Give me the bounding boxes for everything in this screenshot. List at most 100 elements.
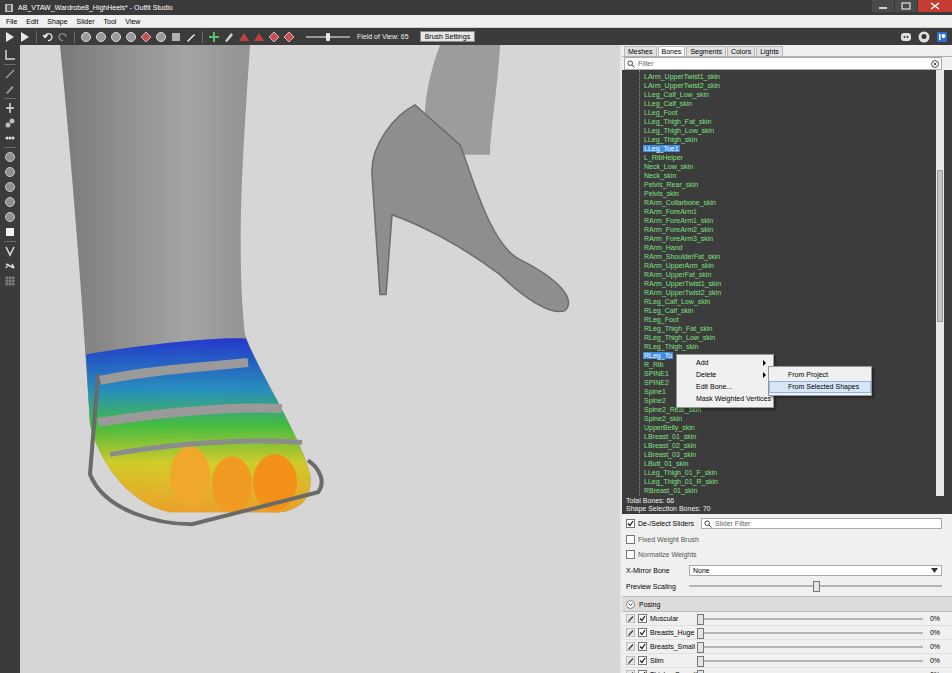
slider-thumb[interactable] xyxy=(697,614,704,625)
line-tool-icon[interactable] xyxy=(4,68,16,80)
clear-icon[interactable] xyxy=(931,60,939,68)
submenu-item[interactable]: From Selected Shapes xyxy=(769,381,871,393)
bone-item[interactable]: Neck_Low_skin xyxy=(622,162,952,171)
slider-thumb[interactable] xyxy=(697,642,704,653)
bone-item[interactable]: RArm_Hand xyxy=(622,243,952,252)
bone-tool-icon[interactable] xyxy=(4,260,16,272)
dots-tool-icon[interactable] xyxy=(4,132,16,144)
bone-item[interactable]: RArm_ForeArm1_skin xyxy=(622,216,952,225)
normalize-weights-checkbox[interactable] xyxy=(626,550,635,559)
slider-filter-field[interactable]: Slider Filter xyxy=(701,518,942,529)
slider-checkbox[interactable] xyxy=(638,628,647,637)
circle-tool-icon[interactable] xyxy=(4,166,16,178)
tri-tool-icon[interactable] xyxy=(238,31,250,43)
redo-tool-icon[interactable] xyxy=(57,31,69,43)
panel-tab[interactable]: Segments xyxy=(686,46,726,56)
arrow-tool-icon[interactable] xyxy=(19,31,31,43)
bone-item[interactable]: LArm_UpperTwist2_skin xyxy=(622,81,952,90)
slider-checkbox[interactable] xyxy=(638,656,647,665)
slider-thumb[interactable] xyxy=(697,628,704,639)
slider-track[interactable] xyxy=(697,656,923,666)
close-icon[interactable] xyxy=(918,0,952,12)
fixed-weight-checkbox[interactable] xyxy=(626,535,635,544)
circle-tool-icon[interactable] xyxy=(110,31,122,43)
bone-item[interactable]: RArm_ShoulderFat_skin xyxy=(622,252,952,261)
bone-item[interactable]: LArm_UpperTwist1_skin xyxy=(622,72,952,81)
bone-item[interactable]: Pelvis_Rear_skin xyxy=(622,180,952,189)
pencil-icon[interactable] xyxy=(626,642,635,651)
bone-item[interactable]: RArm_UpperTwist1_skin xyxy=(622,279,952,288)
diamond-tool-icon[interactable] xyxy=(283,31,295,43)
slider-checkbox[interactable] xyxy=(638,642,647,651)
mesh-preview[interactable] xyxy=(20,45,620,673)
brush-settings-button[interactable]: Brush Settings xyxy=(420,31,476,42)
bone-item[interactable]: Pelvis_skin xyxy=(622,189,952,198)
slider-track[interactable] xyxy=(697,628,923,638)
slider-checkbox[interactable] xyxy=(638,614,647,623)
pen-tool-icon[interactable] xyxy=(4,83,16,95)
3d-viewport[interactable] xyxy=(20,45,622,673)
slider-thumb[interactable] xyxy=(813,581,820,592)
submenu-item[interactable]: From Project xyxy=(769,369,871,381)
posing-header[interactable]: Posing xyxy=(622,596,952,612)
menu-item[interactable]: Slider xyxy=(77,18,95,25)
panel-tab[interactable]: Colors xyxy=(727,46,755,56)
bone-item[interactable]: RLeg_To xyxy=(622,351,952,360)
pencil-icon[interactable] xyxy=(626,670,635,673)
bone-item[interactable]: LLeg_Calf_skin xyxy=(622,99,952,108)
bone-item[interactable]: LLeg_Thigh_01_F_skin xyxy=(622,468,952,477)
bone-item[interactable]: RArm_ForeArm1 xyxy=(622,207,952,216)
circle-tool-icon[interactable] xyxy=(80,31,92,43)
pencil-icon[interactable] xyxy=(626,656,635,665)
slider-track[interactable] xyxy=(697,642,923,652)
bone-filter-field[interactable]: Filter xyxy=(624,57,942,70)
context-menu-item[interactable]: Delete xyxy=(677,369,773,381)
bone-item[interactable]: UpperBelly_skin xyxy=(622,423,952,432)
grid-tool-icon[interactable] xyxy=(4,275,16,287)
bone-item[interactable]: RLeg_Foot xyxy=(622,315,952,324)
circle-tool-icon[interactable] xyxy=(4,196,16,208)
bone-item[interactable]: RLeg_Calf_Low_skin xyxy=(622,297,952,306)
panel-tab[interactable]: Lights xyxy=(756,46,783,56)
minimize-icon[interactable] xyxy=(872,0,894,12)
bone-item[interactable]: RLeg_Thigh_Low_skin xyxy=(622,333,952,342)
square-tool-icon[interactable] xyxy=(170,31,182,43)
bend-tool-icon[interactable] xyxy=(4,245,16,257)
bone-item[interactable]: RArm_ForeArm3_skin xyxy=(622,234,952,243)
corner-tool-icon[interactable] xyxy=(4,49,16,61)
pencil-icon[interactable] xyxy=(626,628,635,637)
x-mirror-dropdown[interactable]: None xyxy=(689,565,942,576)
context-menu-item[interactable]: Add xyxy=(677,357,773,369)
bone-item[interactable]: RArm_Collarbone_skin xyxy=(622,198,952,207)
bone-item[interactable]: Spine2 xyxy=(622,396,952,405)
shoe-strap[interactable] xyxy=(100,362,248,380)
menu-item[interactable]: Tool xyxy=(104,18,117,25)
maximize-icon[interactable] xyxy=(895,0,917,12)
circle-tool-icon[interactable] xyxy=(125,31,137,43)
bone-item[interactable]: LLeg_Thigh_Low_skin xyxy=(622,126,952,135)
bone-item[interactable]: RLeg_Calf_skin xyxy=(622,306,952,315)
context-menu-item[interactable]: Mask Weighted Vertices xyxy=(677,393,773,405)
context-menu-item[interactable]: Edit Bone... xyxy=(677,381,773,393)
bone-item[interactable]: RBreast_01_skin xyxy=(622,486,952,495)
bone-item[interactable]: RLeg_Thigh_skin xyxy=(622,342,952,351)
discord-icon[interactable] xyxy=(900,31,912,43)
bone-item[interactable]: LLeg_Foot xyxy=(622,108,952,117)
bone-item[interactable]: LButt_01_skin xyxy=(622,459,952,468)
bone-item[interactable]: RArm_ForeArm2_skin xyxy=(622,225,952,234)
github-icon[interactable] xyxy=(918,31,930,43)
bone-item[interactable]: LLeg_Thigh_skin xyxy=(622,135,952,144)
circle-tool-icon[interactable] xyxy=(155,31,167,43)
leg-mesh[interactable] xyxy=(60,45,311,513)
dot-tool-icon[interactable] xyxy=(4,117,16,129)
bone-item[interactable]: LBreast_02_skin xyxy=(622,441,952,450)
slider-checkbox[interactable] xyxy=(638,670,647,673)
scrollbar-thumb[interactable] xyxy=(937,170,943,322)
shoe-strap[interactable] xyxy=(98,408,282,422)
undo-tool-icon[interactable] xyxy=(42,31,54,43)
bone-item[interactable]: RArm_UpperArm_skin xyxy=(622,261,952,270)
plus-tool-icon[interactable] xyxy=(208,31,220,43)
brush-tool-icon[interactable] xyxy=(185,31,197,43)
bone-item[interactable]: LLeg_Thigh_Fat_skin xyxy=(622,117,952,126)
panel-tab[interactable]: Meshes xyxy=(624,46,657,56)
